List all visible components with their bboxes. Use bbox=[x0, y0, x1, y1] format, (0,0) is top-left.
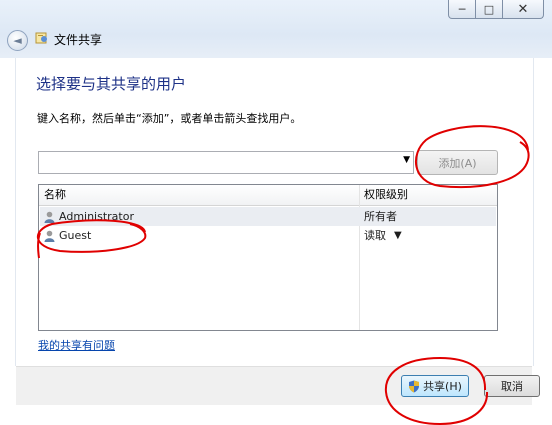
share-button-label: 共享(H) bbox=[423, 380, 462, 393]
add-button[interactable]: 添加(A) bbox=[417, 150, 498, 175]
back-button[interactable]: ◄ bbox=[7, 30, 28, 51]
close-button[interactable]: ✕ bbox=[502, 0, 544, 19]
page-title: 选择要与其共享的用户 bbox=[36, 75, 187, 93]
column-header-name[interactable]: 名称 bbox=[39, 185, 66, 205]
back-arrow-icon: ◄ bbox=[13, 34, 22, 47]
user-icon bbox=[44, 211, 55, 223]
permission-dropdown[interactable]: 读取 ▼ bbox=[364, 226, 402, 245]
permission-label: 所有者 bbox=[364, 210, 397, 223]
share-button[interactable]: 共享(H) bbox=[401, 375, 469, 397]
user-name-cell: Administrator bbox=[44, 207, 134, 226]
user-name-cell: Guest bbox=[44, 226, 91, 245]
window-title: 文件共享 bbox=[54, 33, 103, 47]
dropdown-arrow-icon[interactable]: ▼ bbox=[403, 155, 410, 165]
shield-icon bbox=[409, 380, 420, 392]
users-list[interactable]: 名称 权限级别 Administrator 所有者 Guest 读取 ▼ bbox=[38, 184, 498, 331]
minimize-button[interactable]: ─ bbox=[448, 0, 476, 19]
window-title-region: ─ □ ✕ ◄ 文件共享 bbox=[0, 0, 552, 58]
maximize-button[interactable]: □ bbox=[475, 0, 503, 19]
help-link[interactable]: 我的共享有问题 bbox=[38, 337, 115, 353]
table-row[interactable]: Guest 读取 ▼ bbox=[40, 226, 496, 245]
table-row[interactable]: Administrator 所有者 bbox=[40, 207, 496, 226]
user-name-input[interactable] bbox=[39, 154, 397, 173]
user-icon bbox=[44, 230, 55, 242]
window-controls: ─ □ ✕ bbox=[448, 0, 544, 19]
permission-cell: 所有者 bbox=[364, 207, 397, 226]
column-header-permission[interactable]: 权限级别 bbox=[359, 185, 408, 205]
user-name-combobox[interactable]: ▼ bbox=[38, 151, 414, 174]
cancel-button[interactable]: 取消 bbox=[484, 375, 540, 397]
permission-label: 读取 bbox=[364, 229, 386, 242]
user-name-label: Guest bbox=[59, 229, 92, 242]
list-header: 名称 权限级别 bbox=[39, 185, 497, 206]
user-name-label: Administrator bbox=[59, 210, 134, 223]
dropdown-arrow-icon[interactable]: ▼ bbox=[394, 226, 402, 245]
file-share-icon bbox=[35, 32, 47, 44]
instruction-text: 键入名称，然后单击“添加”，或者单击箭头查找用户。 bbox=[37, 112, 302, 125]
